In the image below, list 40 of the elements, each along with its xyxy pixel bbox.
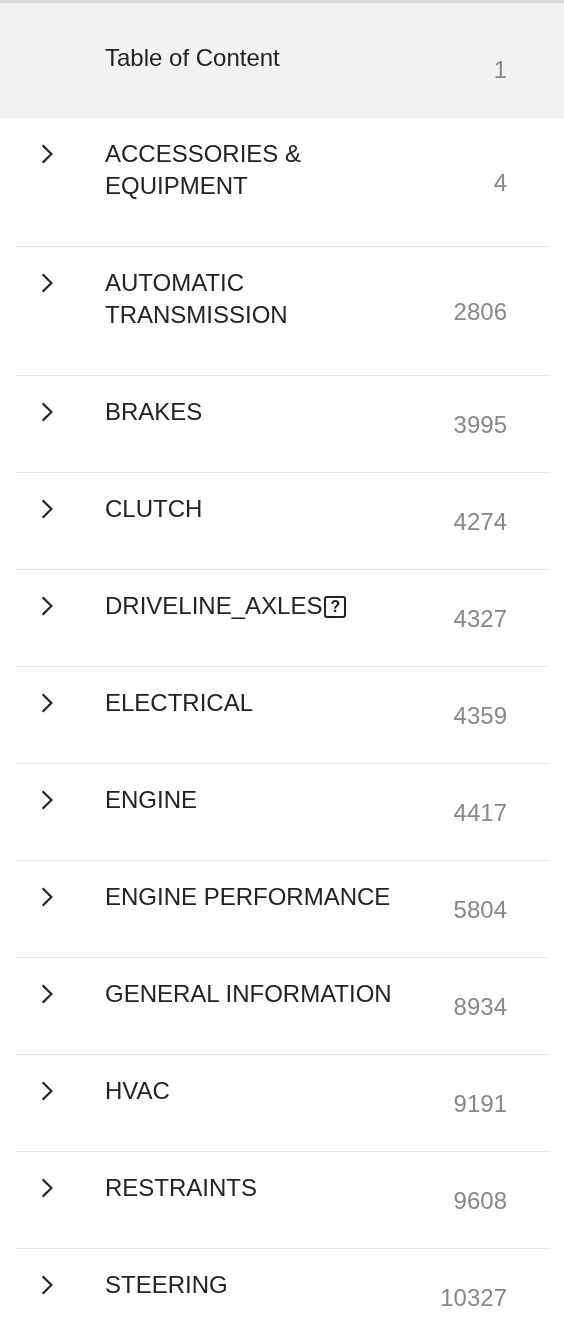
page-number: 1 — [493, 55, 507, 84]
section-title[interactable]: ENGINE PERFORMANCE — [105, 881, 391, 913]
toc-header[interactable]: Table of Content 1 — [0, 3, 564, 118]
page-number: 10327 — [440, 1284, 507, 1312]
section-title[interactable]: ACCESSORIES & EQUIPMENT — [105, 138, 415, 202]
section-title[interactable]: HVAC — [105, 1075, 170, 1107]
page-number: 8934 — [453, 993, 507, 1021]
chevron-icon[interactable] — [40, 692, 54, 714]
section-title[interactable]: BRAKES — [105, 396, 203, 428]
missing-glyph-icon: ? — [324, 596, 347, 618]
page-number: 5804 — [453, 896, 507, 924]
chevron-icon[interactable] — [40, 789, 54, 811]
section-title[interactable]: ENGINE — [105, 784, 197, 816]
section-title[interactable]: STEERING — [105, 1269, 228, 1301]
section-title[interactable]: DRIVELINE_AXLES — [105, 592, 323, 619]
page-number: 9608 — [453, 1187, 507, 1215]
chevron-icon[interactable] — [40, 983, 54, 1005]
chevron-icon[interactable] — [40, 595, 54, 617]
toc-title: Table of Content — [105, 42, 280, 73]
chevron-icon[interactable] — [40, 272, 54, 294]
page-number: 2806 — [453, 298, 507, 326]
chevron-icon[interactable] — [40, 401, 54, 423]
chevron-icon[interactable] — [40, 498, 54, 520]
section-title[interactable]: AUTOMATIC TRANSMISSION — [105, 267, 415, 331]
section-title[interactable]: ELECTRICAL — [105, 687, 254, 719]
page-number: 9191 — [453, 1090, 507, 1118]
page-number: 4 — [493, 169, 507, 197]
chevron-icon[interactable] — [40, 1177, 54, 1199]
page-number: 4327 — [453, 605, 507, 633]
chevron-icon[interactable] — [40, 1080, 54, 1102]
section-title[interactable]: GENERAL INFORMATION — [105, 978, 392, 1010]
section-title[interactable]: RESTRAINTS — [105, 1172, 257, 1204]
section-title[interactable]: CLUTCH — [105, 493, 203, 525]
chevron-icon[interactable] — [40, 1274, 54, 1296]
page-number: 3995 — [453, 411, 507, 439]
chevron-icon[interactable] — [40, 143, 54, 165]
chevron-icon[interactable] — [40, 886, 54, 908]
page-number: 4417 — [453, 799, 507, 827]
page-number: 4274 — [453, 508, 507, 536]
page-number: 4359 — [453, 702, 507, 730]
